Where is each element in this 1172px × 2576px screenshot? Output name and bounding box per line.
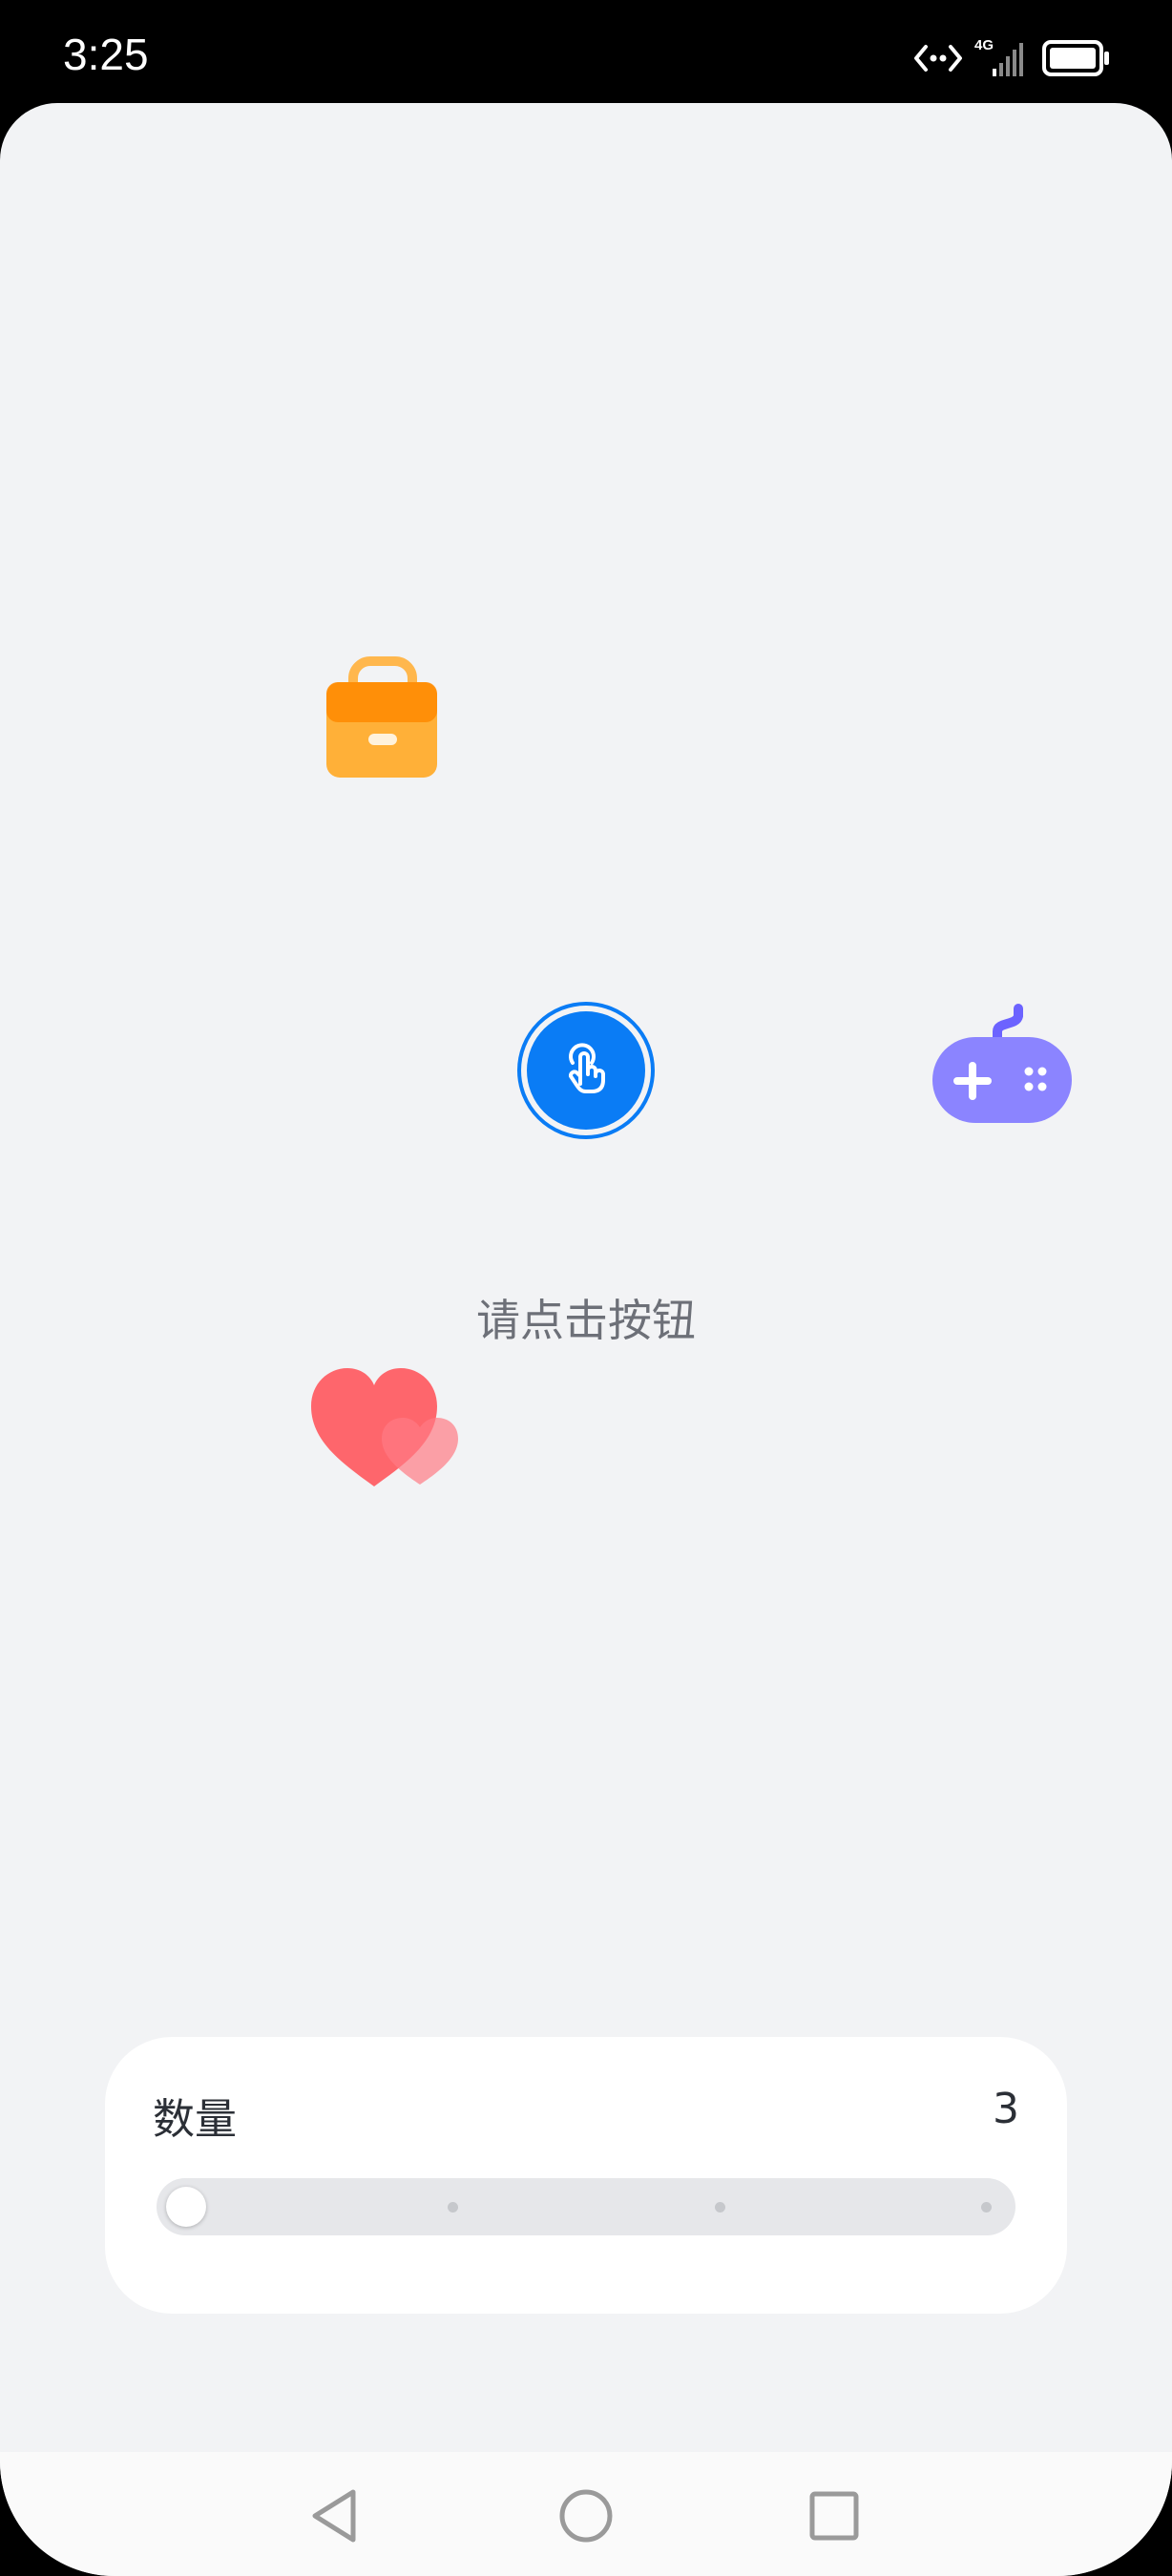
tap-button[interactable] bbox=[517, 1002, 655, 1139]
home-icon bbox=[559, 2489, 613, 2543]
tap-button-inner bbox=[527, 1011, 645, 1130]
network-type-label: 4G bbox=[974, 37, 994, 53]
slider-step-dot bbox=[448, 2202, 458, 2212]
recents-button[interactable] bbox=[801, 2483, 868, 2549]
slider-step-dot bbox=[715, 2202, 725, 2212]
briefcase-icon bbox=[315, 642, 449, 789]
gamepad-icon bbox=[931, 997, 1074, 1134]
slider-thumb[interactable] bbox=[166, 2187, 206, 2227]
status-time: 3:25 bbox=[63, 30, 149, 79]
signal-icon bbox=[993, 43, 1023, 76]
status-icons: 4G bbox=[914, 34, 1115, 82]
back-icon bbox=[312, 2489, 356, 2543]
home-button[interactable] bbox=[553, 2483, 619, 2549]
quantity-card: 数量 3 bbox=[105, 2037, 1067, 2314]
hint-text: 请点击按钮 bbox=[476, 1295, 696, 1346]
recents-icon bbox=[809, 2491, 859, 2541]
heart-icon bbox=[307, 1362, 460, 1500]
quantity-label: 数量 bbox=[153, 2095, 237, 2144]
quantity-value: 3 bbox=[993, 2085, 1019, 2133]
battery-icon bbox=[1042, 40, 1109, 76]
slider-step-dot bbox=[981, 2202, 992, 2212]
data-transfer-icon bbox=[914, 45, 962, 72]
navigation-bar bbox=[0, 2452, 1172, 2576]
tap-hand-icon bbox=[569, 1043, 605, 1093]
quantity-slider[interactable] bbox=[157, 2178, 1015, 2235]
app-screen: 请点击按钮 数量 3 bbox=[0, 103, 1172, 2576]
back-button[interactable] bbox=[302, 2483, 368, 2549]
status-bar: 3:25 4G bbox=[0, 0, 1172, 103]
